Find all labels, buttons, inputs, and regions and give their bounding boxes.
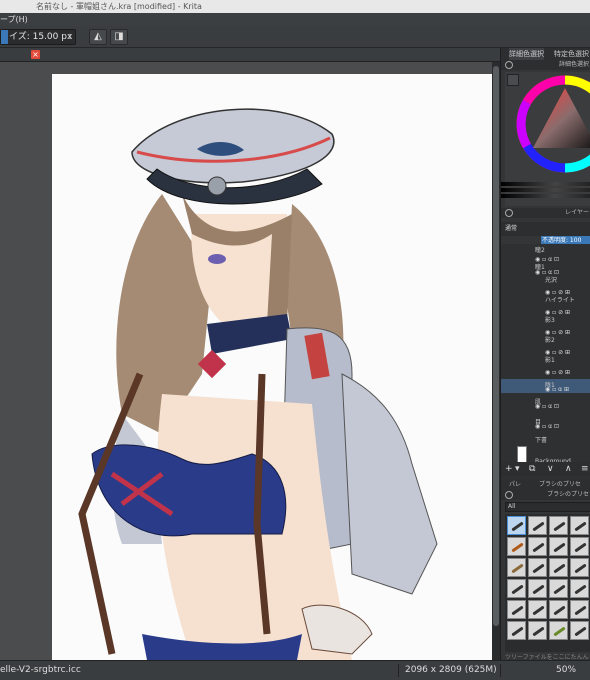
layer-name: 影2 <box>545 337 555 344</box>
layer-row[interactable]: ◉ ▫ α ⊡ 瞳1 <box>501 255 590 271</box>
move-up-icon[interactable]: ∧ <box>565 462 572 476</box>
brush-preset[interactable] <box>528 558 547 577</box>
layer-name: 影3 <box>545 317 555 324</box>
brush-preset[interactable] <box>507 558 526 577</box>
dock-config-icon[interactable] <box>505 491 513 499</box>
brush-preset[interactable] <box>528 537 547 556</box>
size-slider-fill <box>1 30 8 44</box>
brush-preset[interactable] <box>549 516 568 535</box>
color-dock-title: 詳細色選択 <box>558 61 589 68</box>
visibility-icon[interactable]: ◉ ▫ ⊘ ⊞ <box>545 369 570 376</box>
layer-name: 下書 <box>535 437 548 444</box>
dock-config-icon[interactable] <box>505 61 513 69</box>
layer-name: 影1 <box>545 357 555 364</box>
brush-preset[interactable] <box>549 537 568 556</box>
brush-preset[interactable] <box>570 621 589 640</box>
brush-dock-tabs: パレ ブラシのプリセ <box>501 480 590 490</box>
canvas-image[interactable] <box>52 74 492 660</box>
document-tabs: × <box>0 48 500 62</box>
spin-arrows-icon[interactable]: ⇕ <box>67 30 73 44</box>
visibility-icon[interactable]: ◉ ▫ α ⊡ <box>535 403 559 410</box>
layer-row[interactable]: ◉ ▫ ⊘ ⊞ ハイライト <box>501 288 590 304</box>
color-history-bars[interactable] <box>501 182 590 204</box>
right-dock: 詳細色選択 特定色選択 詳細色選択 レイヤー 通常 不透明度: 100 瞳2 ◉… <box>500 48 590 661</box>
layer-name: 瞳2 <box>535 247 545 254</box>
canvas-scrollbar[interactable] <box>492 62 500 660</box>
tab-specific-color[interactable]: 特定色選択 <box>554 48 589 60</box>
brush-size-label: イズ: 15.00 px <box>9 32 73 42</box>
mirror-vertical-icon[interactable]: ◨ <box>110 29 128 45</box>
layer-name: ハイライト <box>545 297 575 304</box>
brush-preset[interactable] <box>570 558 589 577</box>
layer-row[interactable]: ◉ ▫ ⊘ ⊞ 影3 <box>501 308 590 324</box>
canvas-area[interactable] <box>0 62 500 660</box>
layers-title: レイヤー <box>565 209 589 216</box>
layer-properties-icon[interactable]: ≡ <box>581 462 589 476</box>
layer-list: 瞳2 ◉ ▫ α ⊡ 瞳1 ◉ ▫ α ⊡ 光沢 ◉ ▫ ⊘ ⊞ ハイライト ◉… <box>501 244 590 484</box>
blend-mode-select[interactable]: 通常 <box>505 222 517 236</box>
layer-row[interactable]: ◉ ▫ ⊘ ⊞ <box>501 368 590 379</box>
image-size: 2096 x 2809 (625M) <box>405 665 497 675</box>
layers-dock-header: レイヤー <box>501 208 590 218</box>
menu-item-group[interactable]: ープ(H) <box>0 15 28 24</box>
duplicate-layer-icon[interactable]: ⧉ <box>529 462 535 476</box>
brush-preset-grid <box>505 514 590 652</box>
tool-options-bar: イズ: 15.00 px ⇕ ◭ ◨ <box>0 26 590 48</box>
status-divider <box>500 664 501 677</box>
layer-dropdown-icon[interactable]: ▾ <box>515 462 520 476</box>
tab-brush-presets[interactable]: ブラシのプリセ <box>539 480 581 490</box>
layer-row[interactable]: 目 ◉ ▫ α ⊡ <box>501 416 590 430</box>
brush-preset[interactable] <box>507 600 526 619</box>
color-dock-tabs: 詳細色選択 特定色選択 <box>501 48 590 60</box>
brush-preset[interactable] <box>507 579 526 598</box>
brush-preset[interactable] <box>528 579 547 598</box>
statusbar: elle-V2-srgbtrc.icc 2096 x 2809 (625M) 5… <box>0 660 590 680</box>
mirror-horizontal-icon[interactable]: ◭ <box>89 29 107 45</box>
layer-row[interactable]: ◉ ▫ ⊘ ⊞ 影1 <box>501 348 590 364</box>
zoom-level[interactable]: 50% <box>556 661 576 680</box>
brush-size-field[interactable]: イズ: 15.00 px ⇕ <box>0 29 76 45</box>
layer-row[interactable]: ◉ ▫ α ⊡ 光沢 <box>501 268 590 284</box>
tab-advanced-color[interactable]: 詳細色選択 <box>509 48 544 60</box>
brush-preset[interactable] <box>570 600 589 619</box>
scrollbar-thumb[interactable] <box>493 66 499 626</box>
color-wheel[interactable] <box>505 72 590 182</box>
color-dock-header: 詳細色選択 <box>501 60 590 70</box>
dock-config-icon[interactable] <box>505 209 513 217</box>
brush-preset[interactable] <box>507 537 526 556</box>
layer-row-selected[interactable]: 陰1 ◉ ▫ α ⊞ <box>501 379 590 393</box>
brush-preset[interactable] <box>549 579 568 598</box>
layer-row[interactable]: 瞳2 <box>501 244 590 255</box>
layer-name: 光沢 <box>545 277 558 284</box>
brush-preset[interactable] <box>549 600 568 619</box>
visibility-icon[interactable]: ◉ ▫ α ⊞ <box>545 386 569 393</box>
brush-dock-header: ブラシのプリセ <box>501 490 590 500</box>
add-layer-icon[interactable]: + <box>505 462 513 476</box>
window-title: 名前なし - 軍帽姐さん.kra [modified] - Krita <box>0 0 590 13</box>
brush-preset[interactable] <box>507 516 526 535</box>
tab-palette[interactable]: パレ <box>509 480 521 490</box>
visibility-icon[interactable]: ◉ ▫ α ⊡ <box>535 423 559 430</box>
brush-preset[interactable] <box>549 558 568 577</box>
status-divider <box>398 664 399 677</box>
color-profile: elle-V2-srgbtrc.icc <box>0 665 81 675</box>
layer-toolbar: + ▾ ⧉ ∨ ∧ ≡ <box>501 462 590 476</box>
brush-tag-filter[interactable]: All <box>505 502 590 512</box>
artwork-illustration <box>78 108 438 660</box>
brush-preset[interactable] <box>570 537 589 556</box>
layer-row[interactable]: ◉ ▫ ⊘ ⊞ 影2 <box>501 328 590 344</box>
brush-preset[interactable] <box>570 516 589 535</box>
move-down-icon[interactable]: ∨ <box>547 462 554 476</box>
brush-preset[interactable] <box>528 621 547 640</box>
brush-preset[interactable] <box>570 579 589 598</box>
layer-row[interactable]: 肌 ◉ ▫ α ⊡ <box>501 396 590 410</box>
brush-preset[interactable] <box>528 516 547 535</box>
close-icon[interactable]: × <box>31 50 40 59</box>
brush-preset[interactable] <box>528 600 547 619</box>
brush-dock-title: ブラシのプリセ <box>547 491 589 498</box>
brush-preset[interactable] <box>507 621 526 640</box>
brush-preset[interactable] <box>549 621 568 640</box>
menubar: ープ(H) <box>0 13 590 26</box>
color-settings-icon[interactable] <box>507 74 519 86</box>
